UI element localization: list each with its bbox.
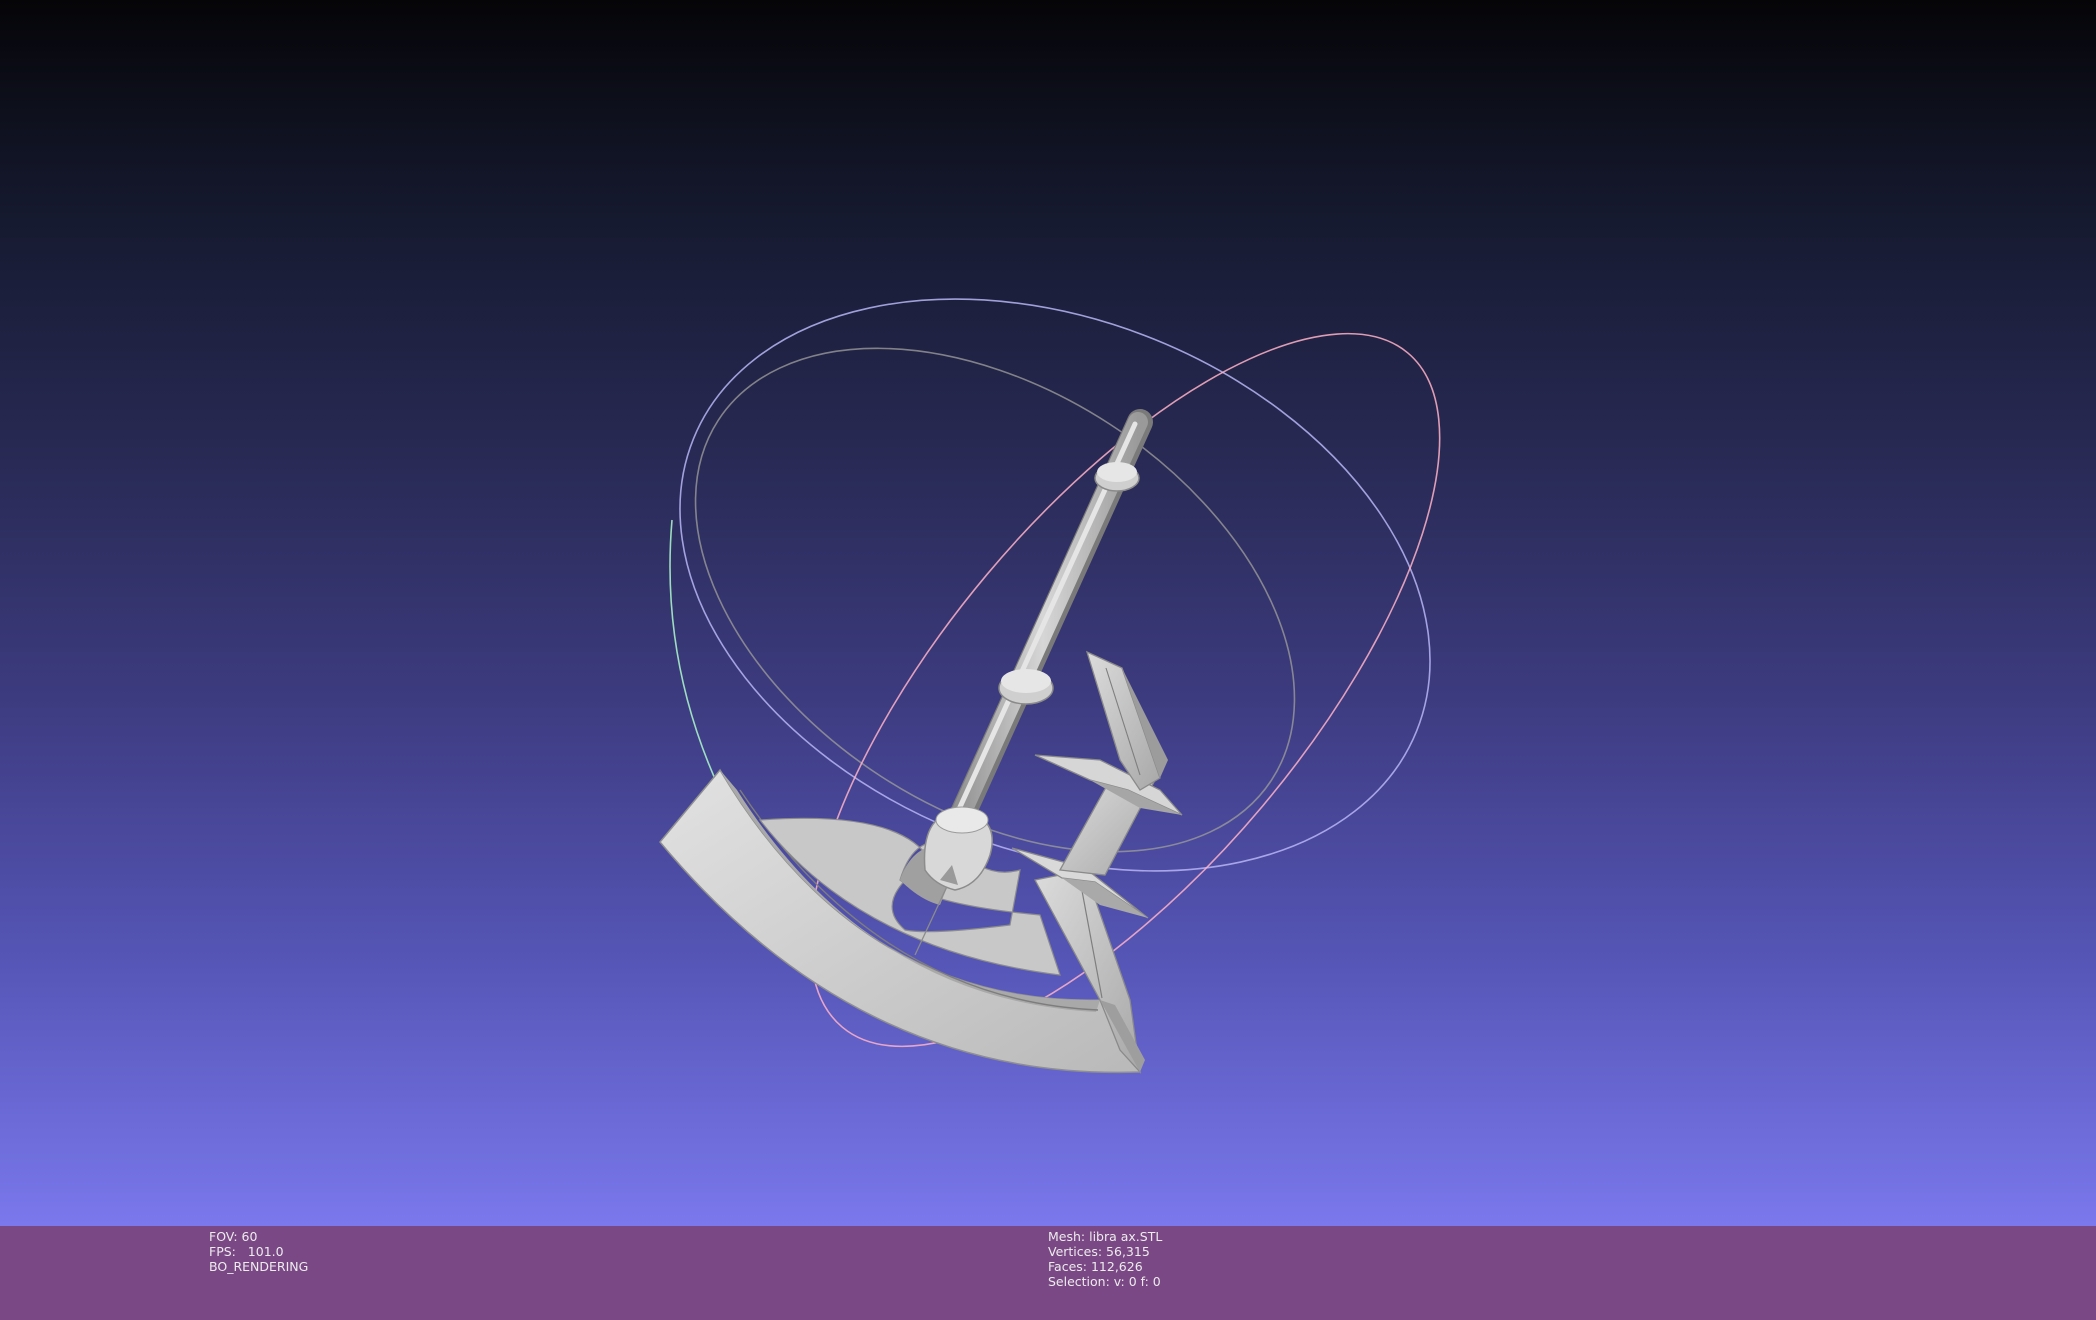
fps-readout: FPS: 101.0: [209, 1244, 284, 1259]
3d-viewport[interactable]: [0, 0, 2096, 1226]
fov-readout: FOV: 60: [209, 1229, 258, 1244]
scene-canvas[interactable]: [0, 0, 2096, 1226]
trackball-ring-green: [669, 519, 721, 791]
render-mode-readout: BO_RENDERING: [209, 1259, 309, 1274]
render-info-panel: FOV: 60 FPS: 101.0 BO_RENDERING: [209, 1229, 308, 1274]
vertices-readout: Vertices: 56,315: [1048, 1244, 1150, 1259]
mesh-info-panel: Mesh: libra ax.STL Vertices: 56,315 Face…: [1048, 1229, 1162, 1289]
shaft-ring-upper: [1094, 462, 1140, 492]
axe-mesh[interactable]: [659, 409, 1183, 1074]
mesh-name-readout: Mesh: libra ax.STL: [1048, 1229, 1163, 1244]
selection-readout: Selection: v: 0 f: 0: [1048, 1274, 1161, 1289]
shaft-ring-lower: [998, 669, 1054, 705]
faces-readout: Faces: 112,626: [1048, 1259, 1143, 1274]
